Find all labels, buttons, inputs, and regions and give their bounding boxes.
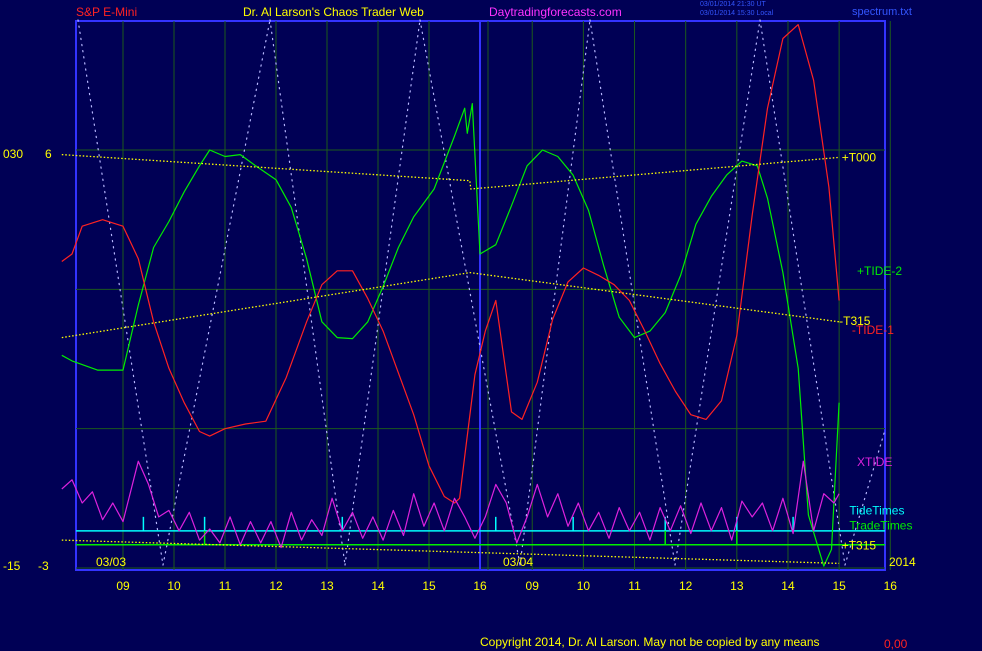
x-tick-label-10: 11 <box>628 579 641 593</box>
x-tick-label-11: 12 <box>679 579 693 593</box>
x-tick-label-14: 15 <box>832 579 846 593</box>
x-tick-label-5: 14 <box>371 579 385 593</box>
timestamp-local: 03/01/2014 15:30 Local <box>700 10 774 17</box>
site-link[interactable]: Daytradingforecasts.com <box>489 5 622 19</box>
x-tick-label-6: 15 <box>422 579 436 593</box>
x-tick-label-4: 13 <box>320 579 334 593</box>
instrument-label: S&P E-Mini <box>76 5 138 19</box>
series-line-2 <box>61 460 840 549</box>
left-scale-top-b: 6 <box>45 147 52 161</box>
source-file-label: spectrum.txt <box>852 6 912 18</box>
x-tick-label-1: 10 <box>167 579 181 593</box>
x-tick-label-15: 16 <box>884 579 898 593</box>
cycle-line-8 <box>759 19 846 566</box>
line-label-7: +T315 <box>842 539 877 553</box>
line-label-3: -TIDE-1 <box>852 323 894 337</box>
x-tick-label-13: 14 <box>781 579 795 593</box>
chaos-chart: 09 10 11 12 13 14 15 16 09 10 11 12 13 14 15 16 03/03 03/… <box>0 0 982 651</box>
cycle-line-6 <box>589 19 676 566</box>
left-scale-bottom-a: -15 <box>3 559 21 573</box>
cycle-line-0 <box>77 19 164 566</box>
line-label-0: +T000 <box>842 150 877 164</box>
series-line-3 <box>61 153 840 190</box>
date-label-1: 03/04 <box>503 555 533 569</box>
x-tick-label-3: 12 <box>269 579 283 593</box>
copyright-notice: Copyright 2014, Dr. Al Larson. May not b… <box>480 635 820 649</box>
cycle-line-1 <box>162 19 271 566</box>
x-tick-label-7: 16 <box>473 579 487 593</box>
x-tick-label-2: 11 <box>219 579 232 593</box>
corner-value: 0,00 <box>884 637 908 651</box>
x-tick-label-9: 10 <box>577 579 591 593</box>
timestamp-ut: 03/01/2014 21:30 UT <box>700 1 766 8</box>
x-tick-label-8: 09 <box>526 579 540 593</box>
x-tick-label-12: 13 <box>730 579 744 593</box>
line-label-4: XTIDE <box>857 455 892 469</box>
date-label-0: 03/03 <box>96 555 126 569</box>
year-label: 2014 <box>889 555 916 569</box>
line-label-6: TradeTimes <box>849 518 912 532</box>
line-label-5: TideTimes <box>849 503 904 517</box>
line-label-1: +TIDE-2 <box>857 264 902 278</box>
cycle-line-2 <box>269 19 346 566</box>
author-title: Dr. Al Larson's Chaos Trader Web <box>243 5 424 19</box>
series-line-4 <box>61 271 840 339</box>
cycle-line-4 <box>419 19 521 566</box>
left-scale-bottom-b: -3 <box>38 559 49 573</box>
x-tick-label-0: 09 <box>116 579 130 593</box>
cycle-line-5 <box>519 19 591 566</box>
series-line-5 <box>61 539 840 565</box>
cycle-line-3 <box>344 19 421 566</box>
plot-svg: 09 10 11 12 13 14 15 16 09 10 11 12 13 14 15 16 03/03 03/… <box>61 19 916 593</box>
cycle-line-7 <box>674 19 761 566</box>
left-scale-top-a: 030 <box>3 147 24 161</box>
series-line-0 <box>61 102 840 567</box>
